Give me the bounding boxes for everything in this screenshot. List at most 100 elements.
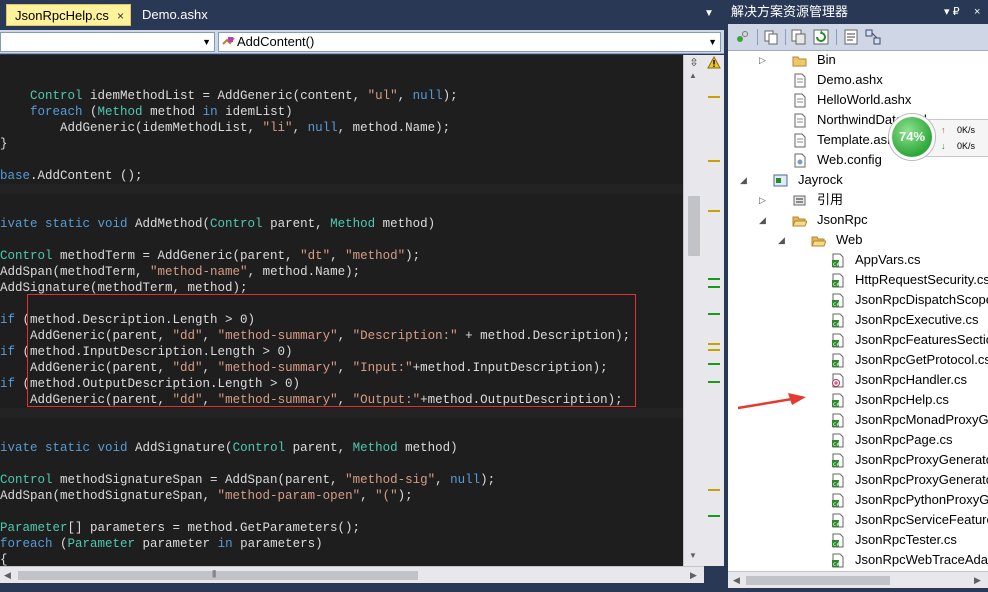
close-icon[interactable]: × [117,5,124,27]
nested-files-icon[interactable] [790,28,808,46]
code-token: method) [375,217,436,231]
chevron-down-icon[interactable]: ▼ [708,33,717,51]
show-all-files-icon[interactable] [762,28,780,46]
collapse-arrow-icon[interactable]: ◢ [740,170,750,190]
svg-text:c#: c# [833,341,841,348]
properties-icon[interactable] [734,28,752,46]
tree-item-jsonrpcdispatchscope-cs[interactable]: c# JsonRpcDispatchScope.cs [728,290,988,310]
cs-file-icon: c# [832,553,844,568]
change-marker [708,363,720,365]
tree-item-jsonrpcpythonproxygene[interactable]: c# JsonRpcPythonProxyGene [728,490,988,510]
code-token: Control [0,249,53,263]
tree-item-bin[interactable]: ▷ Bin [728,52,988,70]
refresh-icon[interactable] [812,28,830,46]
tab-demo-ashx[interactable]: Demo.ashx [134,4,214,26]
change-marker [708,343,720,345]
class-diagram-icon[interactable] [864,28,882,46]
tree-item-label: JsonRpcProxyGeneratorBa [855,472,988,487]
tree-item-jayrock[interactable]: ◢ Jayrock [728,170,988,190]
member-dropdown[interactable]: AddContent() ▼ [218,32,721,52]
tree-item-jsonrpctester-cs[interactable]: c# JsonRpcTester.cs [728,530,988,550]
code-token: "(" [375,489,398,503]
folder-open-icon [811,236,826,247]
tree-item-jsonrpcexecutive-cs[interactable]: c# JsonRpcExecutive.cs [728,310,988,330]
cs-file-icon: c# [832,273,844,288]
scroll-down-icon[interactable]: ▼ [689,551,697,560]
code-token: Control [210,217,263,231]
expand-arrow-icon[interactable]: ▷ [759,190,769,210]
code-token: Parameter [0,521,68,535]
horizontal-scrollbar[interactable]: ◀ ▶ [728,571,988,588]
tree-item-jsonrpcgetprotocol-cs[interactable]: c# JsonRpcGetProtocol.cs [728,350,988,370]
code-token: , [435,473,451,487]
pin-icon[interactable]: ▾ ₽ [944,0,960,24]
close-icon[interactable]: × [974,0,980,24]
code-line: ivate static void AddMethod(Control pare… [0,216,683,232]
code-token: { [0,553,8,566]
scrollbar-thumb[interactable] [688,196,700,256]
tab-list-dropdown-icon[interactable]: ▼ [698,8,720,22]
chevron-down-icon[interactable]: ▼ [202,33,211,51]
scroll-right-icon[interactable]: ▶ [974,575,981,586]
scroll-left-icon[interactable]: ◀ [4,570,11,581]
tab-jsonrpchelp[interactable]: JsonRpcHelp.cs × [6,4,131,26]
change-marker [708,381,720,383]
tree-item-helloworld-ashx[interactable]: HelloWorld.ashx [728,90,988,110]
cs-file-icon: c# [832,433,844,448]
horizontal-scrollbar[interactable]: ◀ ||| ▶ [0,566,704,583]
tree-item-appvars-cs[interactable]: c# AppVars.cs [728,250,988,270]
cs-file-icon: c# [832,253,844,268]
tree-item-demo-ashx[interactable]: Demo.ashx [728,70,988,90]
warning-icon[interactable] [707,56,721,69]
scroll-right-icon[interactable]: ▶ [690,570,697,581]
tree-item-jsonrpcproxygenerator-cs[interactable]: c# JsonRpcProxyGenerator.cs [728,450,988,470]
file-icon [794,133,806,148]
annotation-highlight-box [27,294,636,407]
tree-item-jsonrpcwebtraceadapte[interactable]: c# JsonRpcWebTraceAdapte [728,550,988,570]
network-monitor-widget[interactable]: ↑ 0K/s ↓ 0K/s 74% [888,113,988,163]
code-token: foreach [30,105,83,119]
panel-title: 解决方案资源管理器 [731,4,849,19]
code-token: , method.Name); [337,121,451,135]
tree-item-jsonrpcproxygeneratorba[interactable]: c# JsonRpcProxyGeneratorBa [728,470,988,490]
split-window-icon[interactable]: ⇳ [688,57,700,69]
code-token: if [0,345,16,359]
code-token: ( [52,537,68,551]
explorer-bottom-strip [728,588,988,592]
scroll-up-icon[interactable]: ▲ [689,71,697,80]
type-dropdown[interactable]: ▼ [0,32,215,52]
tree-item-label: JsonRpcMonadProxyGene [855,412,988,427]
collapse-arrow-icon[interactable]: ◢ [759,210,769,230]
tree-item-httprequestsecurity-cs[interactable]: c# HttpRequestSecurity.cs [728,270,988,290]
code-token: AddMethod( [127,217,211,231]
scrollbar-thumb[interactable] [746,576,890,585]
tree-item-jsonrpc[interactable]: ◢ JsonRpc [728,210,988,230]
collapse-arrow-icon[interactable]: ◢ [778,230,788,250]
expand-arrow-icon[interactable]: ▷ [759,52,769,70]
scrollbar-thumb[interactable] [18,571,418,580]
tab-label: Demo.ashx [142,7,208,22]
code-token: AddGeneric(idemMethodList, [0,121,263,135]
vertical-scrollbar[interactable]: ⇳ ▲ ▼ [683,55,704,566]
tree-item-label: Web [836,232,863,247]
tree-item-jsonrpcpage-cs[interactable]: c# JsonRpcPage.cs [728,430,988,450]
code-token: Control [30,89,83,103]
code-editor[interactable]: Control idemMethodList = AddGeneric(cont… [0,55,683,566]
tree-item-item[interactable]: ▷ 引用 [728,190,988,210]
view-code-icon[interactable] [842,28,860,46]
tree-item-jsonrpchandler-cs[interactable]: JsonRpcHandler.cs [728,370,988,390]
svg-text:c#: c# [833,481,841,488]
tree-item-jsonrpcmonadproxygene[interactable]: c# JsonRpcMonadProxyGene [728,410,988,430]
scroll-left-icon[interactable]: ◀ [733,575,740,586]
code-token: idemMethodList = AddGeneric(content, [82,89,368,103]
code-token: , [397,89,413,103]
tree-item-web[interactable]: ◢ Web [728,230,988,250]
ide-window: JsonRpcHelp.cs × Demo.ashx ▼ ▼ AddConten… [0,0,988,592]
tree-item-jsonrpcfeaturessectionha[interactable]: c# JsonRpcFeaturesSectionHa [728,330,988,350]
tree-item-jsonrpcservicefeature-cs[interactable]: c# JsonRpcServiceFeature.cs [728,510,988,530]
tree-item-label: JsonRpcServiceFeature.cs [855,512,988,527]
code-line: AddGeneric(idemMethodList, "li", null, m… [0,120,683,136]
code-token: ); [405,249,421,263]
file-icon [794,73,806,88]
